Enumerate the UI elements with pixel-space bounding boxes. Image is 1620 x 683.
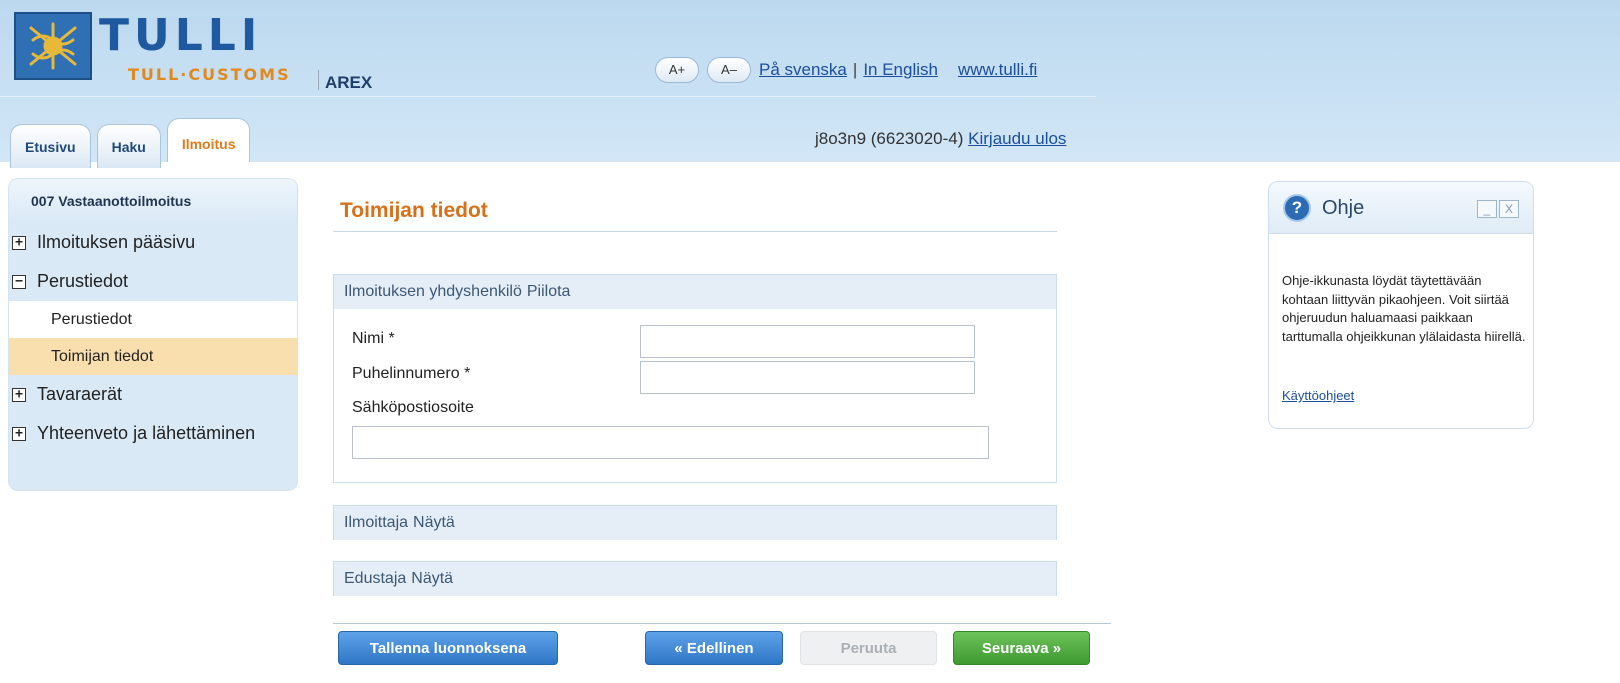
help-panel: ? Ohje _ X Ohje-ikkunasta löydät täytett…: [1268, 181, 1534, 429]
language-separator: |: [852, 60, 858, 79]
sidebar-item-ilmoituksen-paasivu[interactable]: + Ilmoituksen pääsivu: [9, 223, 297, 262]
sidebar-nav: 007 Vastaanottoilmoitus + Ilmoituksen pä…: [8, 178, 298, 491]
name-input[interactable]: [640, 325, 975, 358]
brand-subtitle: TULL·CUSTOMS: [128, 65, 291, 84]
header-toolbar: A+ A– På svenska | In English www.tulli.…: [655, 57, 1037, 83]
sidebar-item-yhteenveto[interactable]: + Yhteenveto ja lähettäminen: [9, 414, 297, 453]
help-window-controls: _ X: [1475, 200, 1519, 218]
phone-label: Puhelinnumero *: [352, 365, 471, 382]
contact-person-panel-header[interactable]: Ilmoituksen yhdyshenkilö Piilota: [334, 275, 1056, 309]
cancel-button[interactable]: Peruuta: [800, 631, 937, 665]
help-question-icon: ?: [1283, 194, 1311, 222]
collapse-icon[interactable]: −: [12, 274, 26, 289]
brand-divider: [318, 70, 319, 90]
name-label: Nimi *: [352, 330, 395, 347]
sidebar-item-tavaraerat[interactable]: + Tavaraerät: [9, 375, 297, 414]
show-toggle[interactable]: Näytä: [411, 570, 453, 588]
panel-title: Edustaja: [344, 570, 407, 587]
show-toggle[interactable]: Näytä: [413, 514, 455, 532]
declarant-panel: Ilmoittaja Näytä: [333, 505, 1057, 540]
title-divider: [333, 231, 1057, 232]
tab-etusivu[interactable]: Etusivu: [10, 124, 91, 168]
customs-emblem-icon: [14, 12, 92, 80]
close-icon[interactable]: X: [1499, 200, 1519, 218]
panel-title: Ilmoituksen yhdyshenkilö: [344, 283, 522, 300]
tulli-site-link[interactable]: www.tulli.fi: [958, 60, 1037, 80]
app-name: AREX: [325, 73, 373, 92]
english-language-link[interactable]: In English: [863, 60, 938, 80]
sidebar-subitem-toimijan-tiedot[interactable]: Toimijan tiedot: [9, 338, 297, 375]
sidebar-item-label: Yhteenveto ja lähettäminen: [37, 423, 256, 443]
app-header: TULLI TULL·CUSTOMS AREX A+ A– På svenska…: [0, 0, 1620, 168]
expand-icon[interactable]: +: [12, 235, 26, 250]
declarant-panel-header[interactable]: Ilmoittaja Näytä: [334, 506, 1056, 540]
expand-icon[interactable]: +: [12, 387, 26, 402]
help-panel-header[interactable]: ? Ohje _ X: [1269, 182, 1533, 234]
user-guide-link[interactable]: Käyttöohjeet: [1282, 388, 1354, 403]
hide-toggle[interactable]: Piilota: [527, 283, 571, 301]
save-draft-button[interactable]: Tallenna luonnoksena: [338, 631, 558, 665]
minimize-icon[interactable]: _: [1477, 200, 1497, 218]
panel-title: Ilmoittaja: [344, 514, 409, 531]
swedish-language-link[interactable]: På svenska: [759, 60, 847, 80]
help-text: Ohje-ikkunasta löydät täytettävään kohta…: [1282, 273, 1526, 344]
sidebar-item-label: Perustiedot: [37, 271, 129, 291]
sidebar-title: 007 Vastaanottoilmoitus: [9, 179, 297, 223]
user-info: j8o3n9 (6623020-4) Kirjaudu ulos: [815, 129, 1066, 149]
sidebar-item-label: Tavaraerät: [37, 384, 123, 404]
previous-button[interactable]: « Edellinen: [645, 631, 783, 665]
help-title: Ohje: [1322, 197, 1365, 219]
representative-panel-header[interactable]: Edustaja Näytä: [334, 562, 1056, 596]
main-tabs: Etusivu Haku Ilmoitus: [10, 118, 256, 168]
logout-link[interactable]: Kirjaudu ulos: [968, 129, 1066, 148]
phone-input[interactable]: [640, 361, 975, 394]
email-label: Sähköpostiosoite: [352, 399, 474, 416]
page-title: Toimijan tiedot: [340, 199, 488, 222]
contact-person-panel: Ilmoituksen yhdyshenkilö Piilota Nimi * …: [333, 274, 1057, 483]
sidebar-item-label: Ilmoituksen pääsivu: [37, 232, 196, 252]
representative-panel: Edustaja Näytä: [333, 561, 1057, 596]
sidebar-subitem-perustiedot[interactable]: Perustiedot: [9, 301, 297, 338]
sidebar-item-perustiedot[interactable]: − Perustiedot: [9, 262, 297, 301]
brand-name: TULLI: [99, 10, 263, 61]
tab-ilmoitus[interactable]: Ilmoitus: [166, 118, 251, 162]
tab-haku[interactable]: Haku: [96, 124, 161, 168]
email-input[interactable]: [352, 426, 989, 459]
header-divider: [0, 96, 1096, 97]
button-bar-divider: [333, 623, 1111, 624]
user-id: j8o3n9 (6623020-4): [815, 129, 964, 148]
font-increase-button[interactable]: A+: [655, 57, 699, 83]
font-decrease-button[interactable]: A–: [707, 57, 751, 83]
expand-icon[interactable]: +: [12, 426, 26, 441]
next-button[interactable]: Seuraava »: [953, 631, 1090, 665]
